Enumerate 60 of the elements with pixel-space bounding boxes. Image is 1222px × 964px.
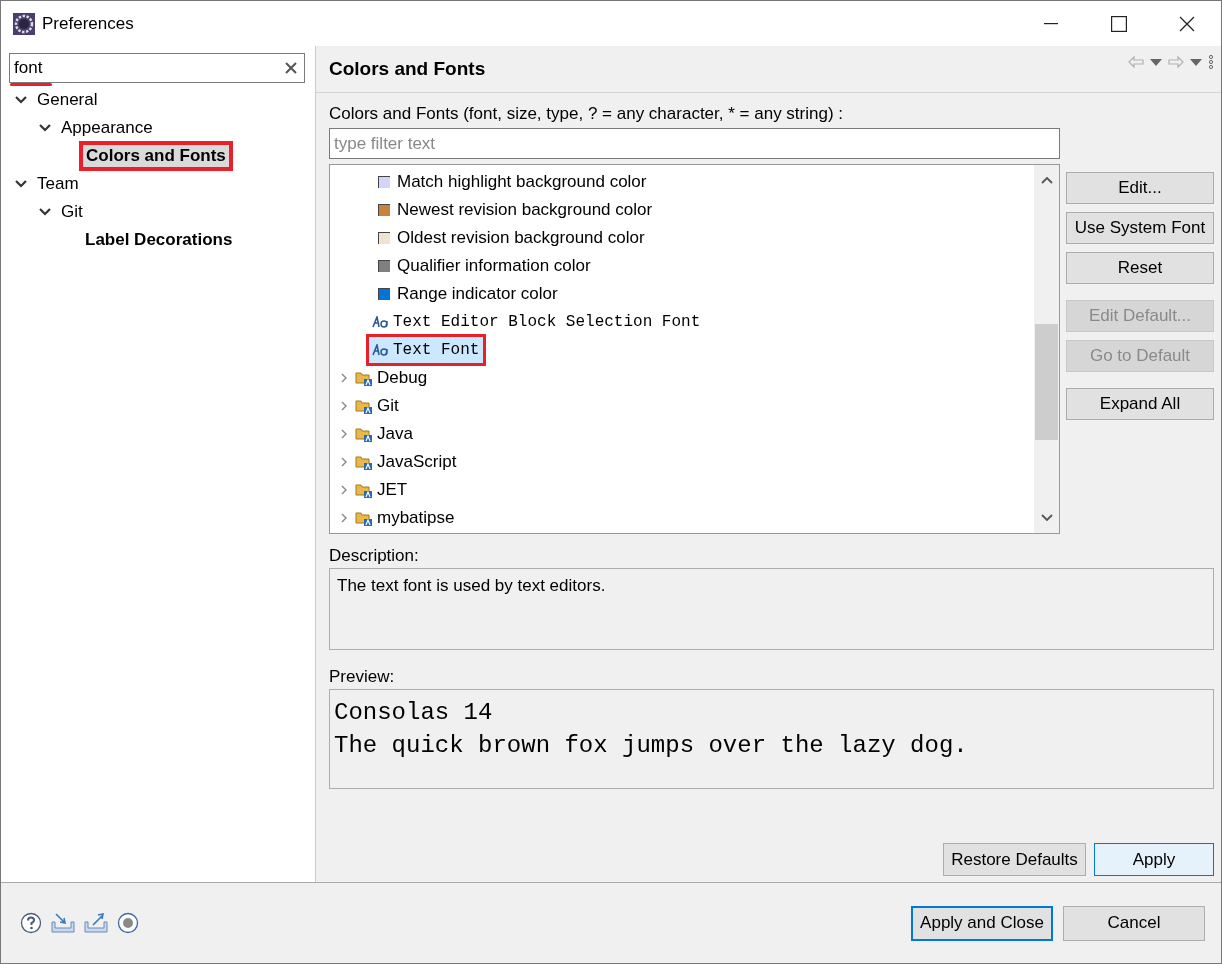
list-item[interactable]: Java (355, 421, 417, 447)
more-icon[interactable] (1208, 55, 1214, 69)
folder-icon (355, 453, 373, 471)
action-button[interactable]: Use System Font (1066, 212, 1214, 244)
app-icon (12, 11, 36, 36)
list-item[interactable]: Text Editor Block Selection Font (369, 309, 705, 335)
maximize-icon[interactable] (1111, 15, 1127, 32)
list-item[interactable]: JET (355, 477, 412, 503)
font-icon (372, 316, 390, 328)
clear-icon[interactable] (284, 61, 298, 75)
scrollbar[interactable] (1034, 165, 1059, 533)
action-button[interactable]: Restore Defaults (943, 843, 1086, 876)
folder-icon (355, 509, 373, 527)
list-item[interactable]: Text Font (369, 337, 484, 363)
description-text: The text font is used by text editors. (337, 576, 606, 595)
page-title: Colors and Fonts (329, 58, 487, 80)
tree-item[interactable]: Label Decorations (82, 229, 236, 251)
folder-icon (355, 481, 373, 499)
help-icon[interactable] (20, 912, 42, 934)
tree-item[interactable]: Colors and Fonts (82, 144, 230, 168)
preview-text: Consolas 14 (334, 698, 494, 728)
description-label: Description: (329, 545, 420, 567)
list-item[interactable]: Range indicator color (375, 281, 562, 307)
list-item[interactable]: mybatipse (355, 505, 459, 531)
dropdown-caret-icon[interactable] (1150, 58, 1162, 66)
scroll-down-icon[interactable] (1040, 514, 1053, 522)
list-item[interactable]: Oldest revision background color (375, 225, 649, 251)
window-title: Preferences (42, 13, 135, 34)
import-icon[interactable] (51, 912, 75, 934)
dropdown-caret-icon[interactable] (1190, 58, 1202, 66)
filter-label: Colors and Fonts (font, size, type, ? = any character, * = any string) : (329, 103, 845, 125)
scroll-up-icon[interactable] (1040, 176, 1053, 184)
list-item[interactable]: JavaScript (355, 449, 461, 475)
list-item[interactable]: Debug (355, 365, 432, 391)
folder-icon (355, 369, 373, 387)
folder-icon (355, 425, 373, 443)
preview-label: Preview: (329, 666, 396, 688)
list-item[interactable]: Qualifier information color (375, 253, 595, 279)
action-button[interactable]: Edit... (1066, 172, 1214, 204)
export-icon[interactable] (84, 912, 108, 934)
action-button[interactable]: Apply and Close (911, 905, 1053, 941)
folder-icon (355, 397, 373, 415)
font-icon (372, 344, 390, 356)
tree-item[interactable]: General (34, 89, 101, 111)
tree-item[interactable]: Appearance (58, 117, 156, 139)
record-icon[interactable] (117, 912, 139, 934)
action-button[interactable]: Cancel (1063, 905, 1205, 941)
list-item[interactable]: Newest revision background color (375, 197, 657, 223)
action-button[interactable]: Apply (1094, 843, 1214, 876)
list-item[interactable]: Git (355, 393, 403, 419)
action-button[interactable]: Reset (1066, 252, 1214, 284)
tree-item[interactable]: Team (34, 173, 82, 195)
preview-text: The quick brown fox jumps over the lazy dog. (334, 731, 969, 761)
list-item[interactable]: Match highlight background color (375, 169, 651, 195)
action-button[interactable]: Expand All (1066, 388, 1214, 420)
tree-item[interactable]: Git (58, 201, 86, 223)
search-field[interactable]: font (9, 53, 305, 83)
minimize-icon[interactable] (1044, 22, 1058, 25)
filter-field[interactable]: type filter text (329, 128, 1060, 159)
close-icon[interactable] (1179, 15, 1195, 32)
